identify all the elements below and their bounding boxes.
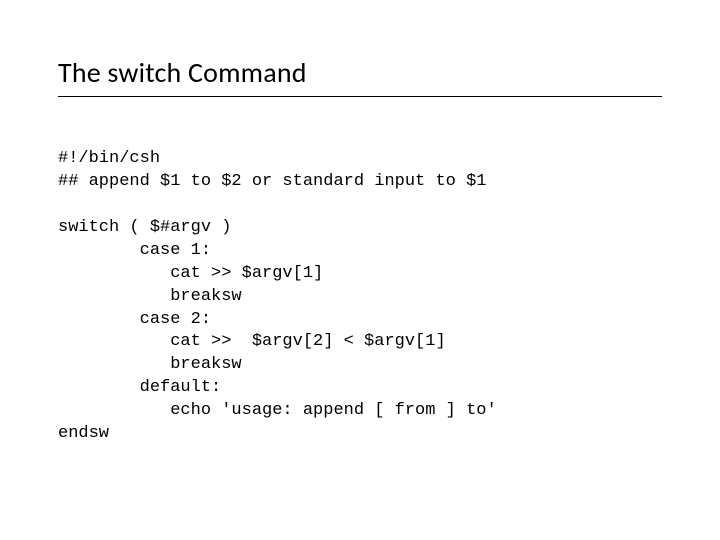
code-line: endsw [58,424,109,443]
code-line: ## append $1 to $2 or standard input to … [58,172,486,191]
code-line: #!/bin/csh [58,149,160,168]
code-line: breaksw [58,355,242,374]
code-line: cat >> $argv[1] [58,264,323,283]
code-block: #!/bin/csh ## append $1 to $2 or standar… [58,125,662,469]
code-line: default: [58,378,221,397]
code-line: switch ( $#argv ) [58,218,231,237]
title-underline [58,96,662,97]
slide: The switch Command #!/bin/csh ## append … [0,0,720,540]
code-line: case 2: [58,310,211,329]
code-line: echo 'usage: append [ from ] to' [58,401,497,420]
code-line: cat >> $argv[2] < $argv[1] [58,332,446,351]
code-line: breaksw [58,287,242,306]
slide-title: The switch Command [58,55,662,90]
code-line: case 1: [58,241,211,260]
